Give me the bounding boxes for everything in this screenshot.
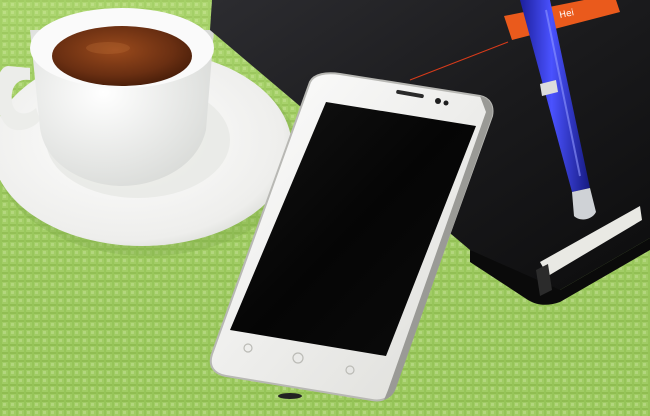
photo-canvas: Hei xyxy=(0,0,650,416)
product-photo: Hei xyxy=(0,0,650,416)
